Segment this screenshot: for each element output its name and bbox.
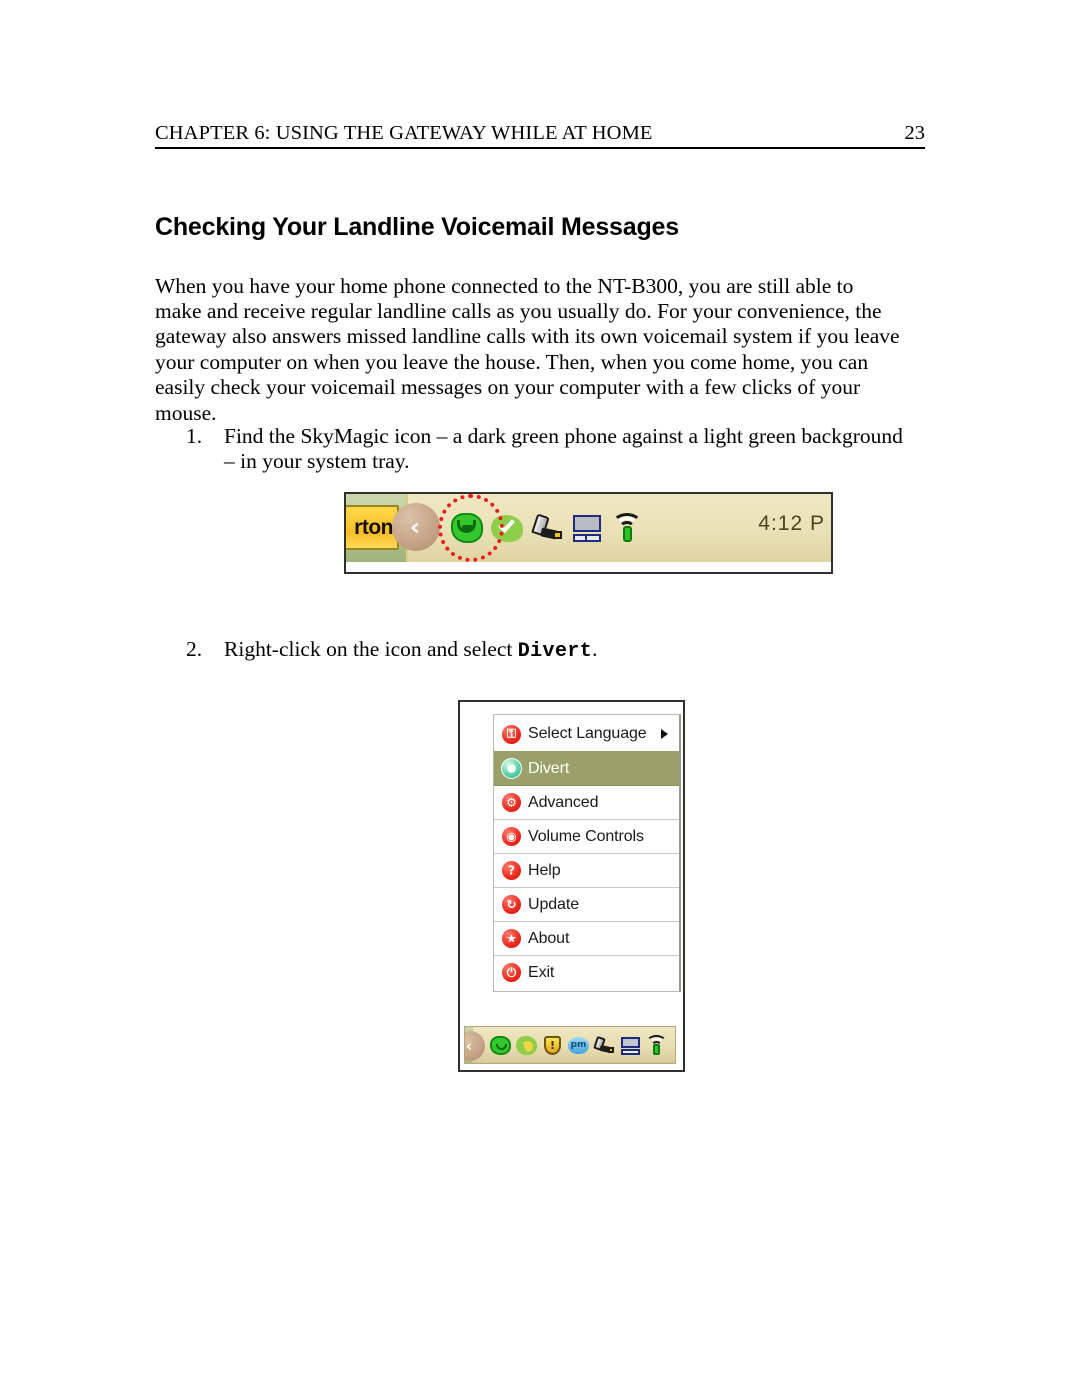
shield-glyph: ! (544, 1035, 561, 1055)
skymagic-phone-icon[interactable] (489, 1034, 512, 1057)
speaker-icon: ◉ (501, 826, 522, 847)
step-text-after: . (592, 637, 598, 661)
document-page: CHAPTER 6: USING THE GATEWAY WHILE AT HO… (0, 0, 1080, 1397)
menu-item-label: About (528, 929, 570, 947)
pm-label: pm (568, 1036, 589, 1054)
menu-item-advanced[interactable]: ⚙ Advanced (494, 785, 679, 819)
usb-cable-icon[interactable] (530, 511, 564, 545)
step-item-1: 1. Find the SkyMagic icon – a dark green… (186, 424, 916, 475)
taskbar-row: rton ‹ 4:12 P (346, 494, 831, 562)
menu-item-help[interactable]: ? Help (494, 853, 679, 887)
pm-icon[interactable]: pm (567, 1034, 590, 1057)
mini-tray-expand-button[interactable]: ‹ (465, 1031, 485, 1061)
page-title: Checking Your Landline Voicemail Message… (155, 212, 679, 241)
mini-taskbar: ‹ ! pm (464, 1026, 676, 1064)
key-icon: ⚿ (501, 723, 522, 745)
wireless-signal-icon[interactable] (645, 1034, 668, 1057)
system-tray-screenshot: rton ‹ 4:12 P (344, 492, 833, 574)
power-icon: ⏻ (501, 962, 522, 983)
step-number: 2. (186, 637, 203, 661)
step-text-before: Right-click on the icon and select (224, 637, 518, 661)
tray-expand-button[interactable]: ‹ (392, 503, 440, 551)
step-emphasis: Divert (517, 640, 593, 663)
step-text: Find the SkyMagic icon – a dark green ph… (224, 424, 903, 474)
chapter-title: CHAPTER 6: USING THE GATEWAY WHILE AT HO… (155, 122, 653, 144)
gear-icon: ⚙ (501, 792, 522, 813)
menu-item-label: Volume Controls (528, 827, 644, 845)
wireless-signal-icon[interactable] (610, 511, 644, 545)
menu-item-label: Update (528, 895, 579, 913)
highlight-ring-annotation (438, 494, 504, 562)
divert-icon: ● (501, 758, 522, 779)
page-number: 23 (904, 122, 926, 144)
menu-item-select-language[interactable]: ⚿ Select Language (494, 717, 679, 751)
menu-item-update[interactable]: ↻ Update (494, 887, 679, 921)
menu-item-label: Exit (528, 963, 555, 981)
moon-status-icon[interactable] (515, 1034, 538, 1057)
desktop-edge (346, 562, 831, 572)
menu-item-divert[interactable]: ● Divert (494, 751, 679, 785)
notification-area: ‹ 4:12 P (392, 494, 831, 562)
norton-button[interactable]: rton (346, 505, 399, 550)
skymagic-context-menu: ⚿ Select Language ● Divert ⚙ Advanced ◉ … (493, 714, 681, 992)
mini-tray-icon-list: ! pm (489, 1027, 668, 1063)
monitor-icon[interactable] (570, 511, 604, 545)
step-item-2: 2. Right-click on the icon and select Di… (186, 637, 786, 664)
menu-item-label: Select Language (528, 725, 647, 742)
chevron-left-icon: ‹ (465, 1037, 473, 1055)
warning-shield-icon[interactable]: ! (541, 1034, 564, 1057)
intro-paragraph: When you have your home phone connected … (155, 273, 900, 425)
menu-item-about[interactable]: ★ About (494, 921, 679, 955)
menu-item-label: Divert (528, 759, 570, 777)
menu-item-label: Help (528, 861, 561, 879)
menu-item-exit[interactable]: ⏻ Exit (494, 955, 679, 989)
monitor-icon[interactable] (619, 1034, 642, 1057)
usb-cable-icon[interactable] (593, 1034, 616, 1057)
refresh-icon: ↻ (501, 894, 522, 915)
menu-item-volume-controls[interactable]: ◉ Volume Controls (494, 819, 679, 853)
star-icon: ★ (501, 928, 522, 949)
step-number: 1. (186, 424, 203, 448)
menu-item-label: Advanced (528, 793, 599, 811)
norton-label: rton (354, 515, 393, 539)
question-icon: ? (501, 860, 522, 881)
running-header: CHAPTER 6: USING THE GATEWAY WHILE AT HO… (155, 122, 925, 149)
submenu-arrow-icon (661, 729, 668, 739)
taskbar-clock[interactable]: 4:12 P (758, 512, 825, 536)
step-text: Right-click on the icon and select Diver… (224, 637, 786, 664)
chevron-left-icon: ‹ (410, 513, 420, 541)
context-menu-screenshot: ‹ ! pm ⚿ Select Language ● Divert ⚙ Adva… (458, 700, 685, 1072)
